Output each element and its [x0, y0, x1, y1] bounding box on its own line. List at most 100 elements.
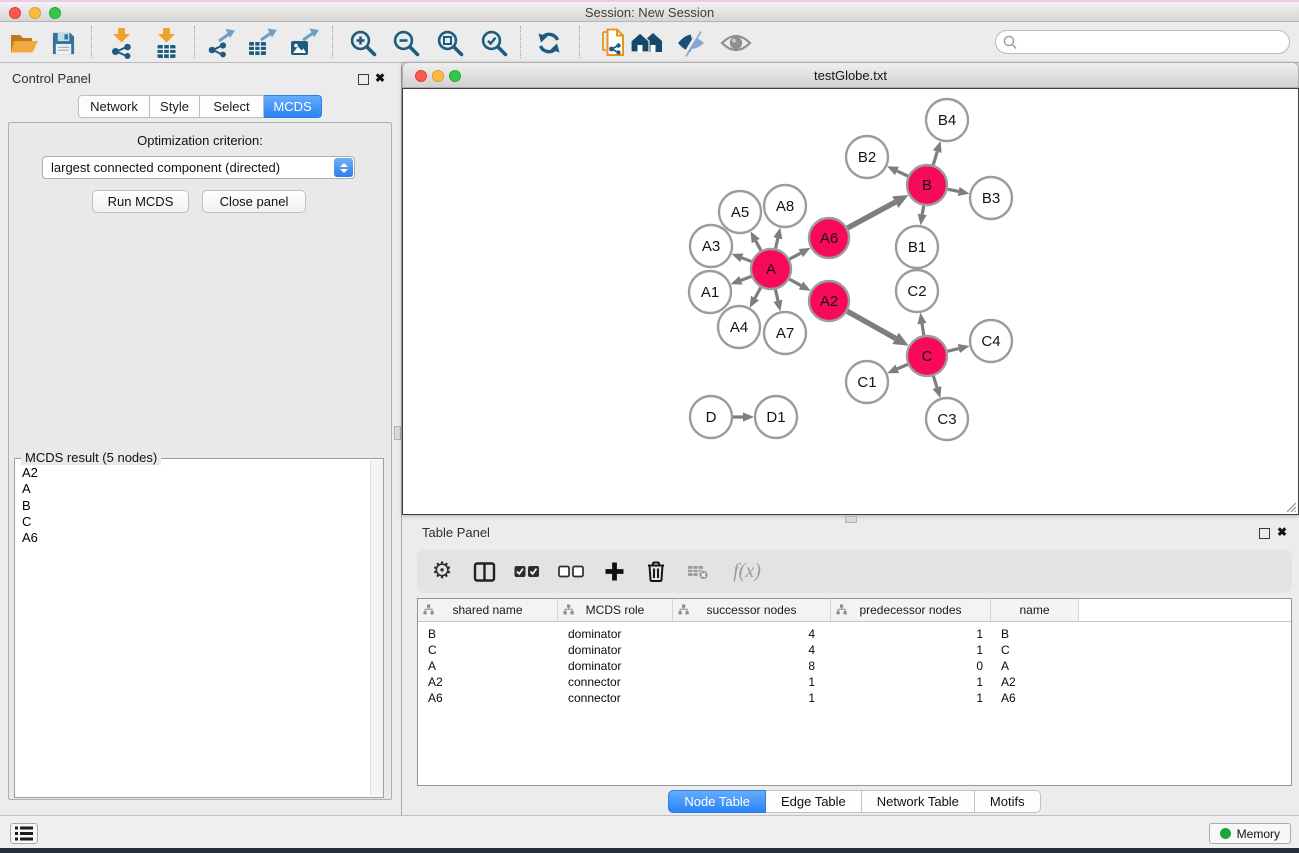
table-cell[interactable]: A6: [991, 690, 1079, 706]
table-cell[interactable]: 1: [831, 642, 991, 658]
search-input[interactable]: [1022, 33, 1286, 53]
zoom-fit-button[interactable]: [433, 26, 467, 60]
browser-home-button[interactable]: [630, 26, 664, 60]
table-cell[interactable]: 8: [673, 658, 831, 674]
table-cell[interactable]: connector: [558, 690, 673, 706]
table-cell[interactable]: dominator: [558, 658, 673, 674]
result-scrollbar[interactable]: [370, 460, 383, 796]
tab-network-table[interactable]: Network Table: [862, 790, 975, 813]
open-session-button[interactable]: [7, 26, 41, 60]
table-row[interactable]: A6connector11A6: [418, 690, 1291, 706]
zoom-in-button[interactable]: [346, 26, 380, 60]
table-cell[interactable]: A2: [418, 674, 558, 690]
tab-motifs[interactable]: Motifs: [975, 790, 1041, 813]
graph-node-label: B3: [982, 190, 1000, 207]
table-cell[interactable]: B: [991, 626, 1079, 642]
export-table-button[interactable]: [245, 26, 279, 60]
toolbar-separator: [194, 26, 195, 58]
memory-button[interactable]: Memory: [1209, 823, 1291, 844]
table-cell[interactable]: dominator: [558, 626, 673, 642]
table-cell[interactable]: 1: [673, 674, 831, 690]
graph-node-label: C4: [981, 333, 1000, 350]
task-history-button[interactable]: [10, 823, 38, 844]
column-header-mcds-role[interactable]: MCDS role: [558, 599, 673, 621]
tab-style[interactable]: Style: [150, 95, 200, 118]
delete-row-button[interactable]: [643, 558, 669, 586]
title-bar: Session: New Session: [0, 0, 1299, 22]
table-cell[interactable]: connector: [558, 674, 673, 690]
divider-handle[interactable]: [394, 426, 401, 440]
zoom-selected-button[interactable]: [477, 26, 511, 60]
export-image-button[interactable]: [287, 26, 321, 60]
table-cell[interactable]: 4: [673, 642, 831, 658]
mcds-result-item[interactable]: B: [22, 498, 370, 514]
table-row[interactable]: Bdominator41B: [418, 626, 1291, 642]
table-cell[interactable]: A2: [991, 674, 1079, 690]
save-session-button[interactable]: [46, 26, 80, 60]
panel-divider[interactable]: [393, 63, 402, 815]
tab-network[interactable]: Network: [78, 95, 150, 118]
table-cell[interactable]: 1: [831, 690, 991, 706]
network-from-selection-button[interactable]: [596, 26, 630, 60]
main-toolbar: [0, 22, 1299, 63]
toggle-graphics-details-button[interactable]: [674, 26, 708, 60]
import-network-button[interactable]: [104, 26, 138, 60]
function-builder-button[interactable]: f(x): [727, 558, 767, 586]
table-panel-float-icon[interactable]: [1259, 528, 1270, 539]
column-header-shared-name[interactable]: shared name: [418, 599, 558, 621]
delete-table-button[interactable]: [685, 558, 711, 586]
table-row[interactable]: A2connector11A2: [418, 674, 1291, 690]
table-cell[interactable]: dominator: [558, 642, 673, 658]
run-mcds-button[interactable]: Run MCDS: [92, 190, 189, 213]
refresh-button[interactable]: [532, 26, 566, 60]
resize-grip-icon[interactable]: [1285, 501, 1297, 513]
select-all-icon: [514, 565, 540, 578]
graph-node-label: A7: [776, 325, 794, 342]
mcds-result-item[interactable]: A: [22, 481, 370, 497]
graph-edge-arrowhead: [933, 386, 942, 398]
column-header-name[interactable]: name: [991, 599, 1079, 621]
mcds-result-item[interactable]: C: [22, 514, 370, 530]
export-network-button[interactable]: [204, 26, 238, 60]
graph-edge-arrowhead: [958, 344, 970, 353]
horizontal-divider-handle[interactable]: [845, 516, 857, 523]
table-cell[interactable]: B: [418, 626, 558, 642]
table-cell[interactable]: 0: [831, 658, 991, 674]
table-row[interactable]: Cdominator41C: [418, 642, 1291, 658]
search-field[interactable]: [995, 30, 1290, 54]
control-panel-close-icon[interactable]: ✖: [375, 72, 385, 84]
show-hide-eye-button[interactable]: [719, 26, 753, 60]
table-cell[interactable]: A: [991, 658, 1079, 674]
table-row[interactable]: Adominator80A: [418, 658, 1291, 674]
tab-edge-table[interactable]: Edge Table: [766, 790, 862, 813]
column-header-successor-nodes[interactable]: successor nodes: [673, 599, 831, 621]
add-row-button[interactable]: [601, 558, 627, 586]
close-panel-button[interactable]: Close panel: [202, 190, 306, 213]
network-canvas[interactable]: B4B2BB3A5A8A6B1A3AC2A1A2A4A7C4CC1C3DD1: [402, 88, 1299, 515]
control-panel-float-icon[interactable]: [358, 74, 369, 85]
tab-node-table[interactable]: Node Table: [668, 790, 766, 813]
deselect-all-button[interactable]: [557, 558, 585, 586]
zoom-out-button[interactable]: [389, 26, 423, 60]
column-header-predecessor-nodes[interactable]: predecessor nodes: [831, 599, 991, 621]
optimization-criterion-select[interactable]: largest connected component (directed): [42, 156, 355, 179]
import-table-button[interactable]: [149, 26, 183, 60]
table-cell[interactable]: A: [418, 658, 558, 674]
table-cell[interactable]: C: [418, 642, 558, 658]
table-cell[interactable]: 1: [831, 626, 991, 642]
table-cell[interactable]: A6: [418, 690, 558, 706]
table-cell[interactable]: 1: [673, 690, 831, 706]
mcds-result-item[interactable]: A6: [22, 530, 370, 546]
table-cell[interactable]: C: [991, 642, 1079, 658]
column-view-icon: [473, 561, 496, 583]
mcds-result-item[interactable]: A2: [22, 465, 370, 481]
column-view-button[interactable]: [471, 558, 497, 586]
network-window-titlebar[interactable]: testGlobe.txt: [402, 62, 1299, 88]
table-cell[interactable]: 1: [831, 674, 991, 690]
table-cell[interactable]: 4: [673, 626, 831, 642]
tab-select[interactable]: Select: [200, 95, 264, 118]
table-panel-close-icon[interactable]: ✖: [1277, 526, 1287, 538]
tab-mcds[interactable]: MCDS: [264, 95, 322, 118]
select-all-button[interactable]: [513, 558, 541, 586]
table-settings-button[interactable]: ⚙: [429, 558, 455, 586]
